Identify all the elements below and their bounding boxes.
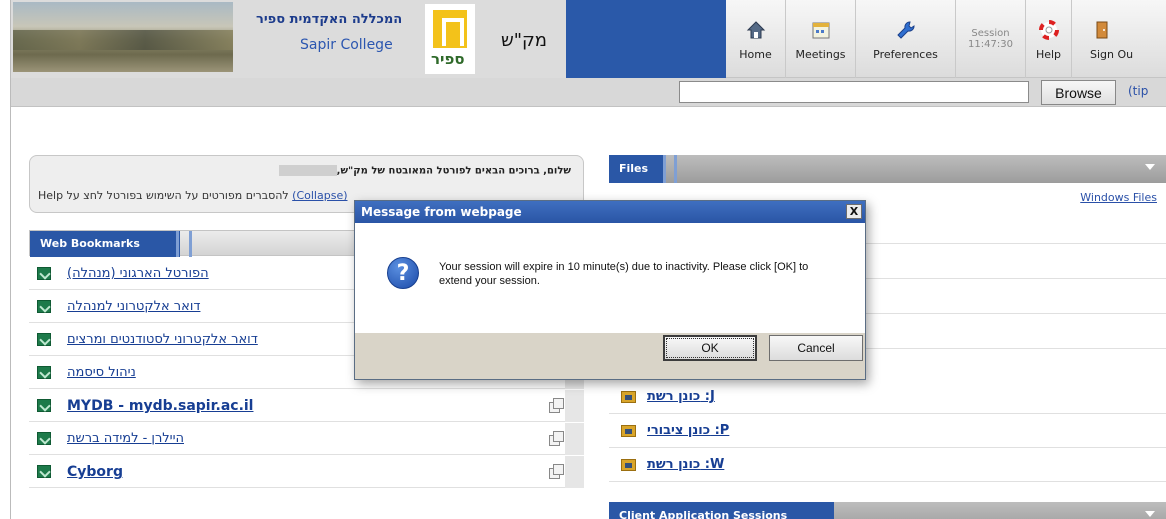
welcome-greeting: שלום, ברוכים הבאים לפורטל המאובטח של מק"…	[275, 165, 571, 177]
header-banner: המכללה האקדמית ספיר Sapir College ספיר מ…	[11, 0, 566, 78]
bookmark-icon	[37, 399, 51, 412]
ok-button[interactable]: OK	[663, 335, 757, 361]
row-gutter	[565, 390, 584, 422]
file-row[interactable]: כונן ציבורי :P	[609, 414, 1166, 448]
bookmark-link[interactable]: ניהול סיסמה	[67, 365, 136, 380]
cancel-button[interactable]: Cancel	[769, 335, 863, 361]
sapir-logo: ספיר	[425, 4, 475, 74]
file-row[interactable]: כונן רשת :W	[609, 448, 1166, 482]
help-button[interactable]: Help	[1026, 0, 1072, 78]
bookmark-icon	[37, 432, 51, 445]
close-icon[interactable]: X	[846, 204, 862, 219]
session-timer: Session 11:47:30	[956, 0, 1026, 78]
drive-link[interactable]: כונן ציבורי :P	[647, 423, 729, 438]
bookmark-icon	[37, 333, 51, 346]
file-row[interactable]: כונן רשת :J	[609, 380, 1166, 414]
lifebuoy-icon	[1037, 18, 1061, 42]
preferences-label: Preferences	[873, 47, 938, 61]
sign-out-button[interactable]: Sign Ou	[1072, 0, 1166, 78]
client-sessions-title: Client Application Sessions	[609, 502, 834, 519]
bookmark-icon	[37, 267, 51, 280]
session-label: Session	[971, 28, 1010, 39]
calendar-icon	[809, 18, 833, 42]
dialog-message: Your session will expire in 10 minute(s)…	[439, 261, 809, 287]
college-name-hebrew: המכללה האקדמית ספיר	[256, 12, 403, 27]
upload-strip: Browse (tip	[11, 78, 1166, 107]
files-title: Files	[609, 155, 677, 183]
bookmark-link[interactable]: היילרן - למידה ברשת	[67, 431, 184, 446]
open-new-window-icon[interactable]	[549, 464, 564, 479]
tips-link[interactable]: (tip	[1128, 84, 1148, 98]
network-drive-icon	[621, 425, 636, 437]
home-label: Home	[739, 47, 772, 61]
drive-link[interactable]: כונן רשת :W	[647, 457, 724, 472]
header-blue-bar	[566, 0, 726, 78]
redacted-user-name	[278, 165, 337, 176]
bookmarks-title: Web Bookmarks	[30, 231, 192, 257]
top-toolbar: Home Meetings Preferences Session 11:47:…	[726, 0, 1166, 78]
wrench-icon	[894, 18, 918, 42]
help-label: Help	[1035, 47, 1062, 61]
meetings-button[interactable]: Meetings	[786, 0, 856, 78]
bookmark-link[interactable]: דואר אלקטרוני לסטודנטים ומרצים	[67, 332, 258, 347]
bookmark-row[interactable]: Cyborg	[29, 456, 584, 488]
session-expiry-dialog: Message from webpage X ? Your session wi…	[354, 200, 866, 380]
bookmark-icon	[37, 300, 51, 313]
logo-text: ספיר	[431, 50, 465, 68]
campus-photo	[13, 2, 233, 72]
bookmark-link[interactable]: הפורטל הארגוני (מנהלה)	[67, 266, 209, 281]
windows-files-link[interactable]: Windows Files	[1080, 191, 1157, 204]
portal-name: מק"ש	[501, 30, 548, 51]
college-name-english: Sapir College	[300, 37, 393, 53]
greeting-text: שלום, ברוכים הבאים לפורטל המאובטח של מק"…	[336, 165, 571, 177]
dialog-title: Message from webpage	[355, 201, 865, 223]
bookmark-icon	[37, 465, 51, 478]
files-header: Files	[609, 155, 1166, 183]
row-gutter	[565, 456, 584, 488]
welcome-help-line: Help להסברים מפורטים על השימוש בפורטל לח…	[38, 189, 348, 202]
bookmark-link[interactable]: דואר אלקטרוני למנהלה	[67, 299, 200, 314]
drive-link[interactable]: כונן רשת :J	[647, 389, 715, 404]
row-gutter	[565, 423, 584, 455]
bookmark-row[interactable]: היילרן - למידה ברשת	[29, 423, 584, 455]
preferences-button[interactable]: Preferences	[856, 0, 956, 78]
portal-window: המכללה האקדמית ספיר Sapir College ספיר מ…	[10, 0, 1166, 519]
bookmark-link[interactable]: MYDB - mydb.sapir.ac.il	[67, 398, 253, 414]
open-new-window-icon[interactable]	[549, 431, 564, 446]
sapir-logo-icon	[433, 10, 467, 48]
collapse-link[interactable]: (Collapse)	[292, 189, 347, 202]
open-new-window-icon[interactable]	[549, 398, 564, 413]
network-drive-icon	[621, 391, 636, 403]
bookmark-row[interactable]: MYDB - mydb.sapir.ac.il	[29, 390, 584, 422]
help-instructions: Help להסברים מפורטים על השימוש בפורטל לח…	[38, 189, 289, 202]
file-path-input[interactable]	[679, 81, 1029, 103]
session-time: 11:47:30	[968, 39, 1013, 50]
network-drive-icon	[621, 459, 636, 471]
home-button[interactable]: Home	[726, 0, 786, 78]
question-icon: ?	[387, 257, 419, 289]
bookmark-icon	[37, 366, 51, 379]
bookmark-link[interactable]: Cyborg	[67, 464, 123, 480]
door-icon	[1090, 18, 1114, 42]
chevron-down-icon[interactable]	[1145, 164, 1155, 170]
client-sessions-header: Client Application Sessions	[609, 502, 1166, 519]
home-icon	[744, 18, 768, 42]
chevron-down-icon[interactable]	[1145, 511, 1155, 517]
browse-button[interactable]: Browse	[1041, 80, 1116, 105]
meetings-label: Meetings	[795, 47, 846, 61]
sign-out-label: Sign Ou	[1090, 47, 1134, 61]
